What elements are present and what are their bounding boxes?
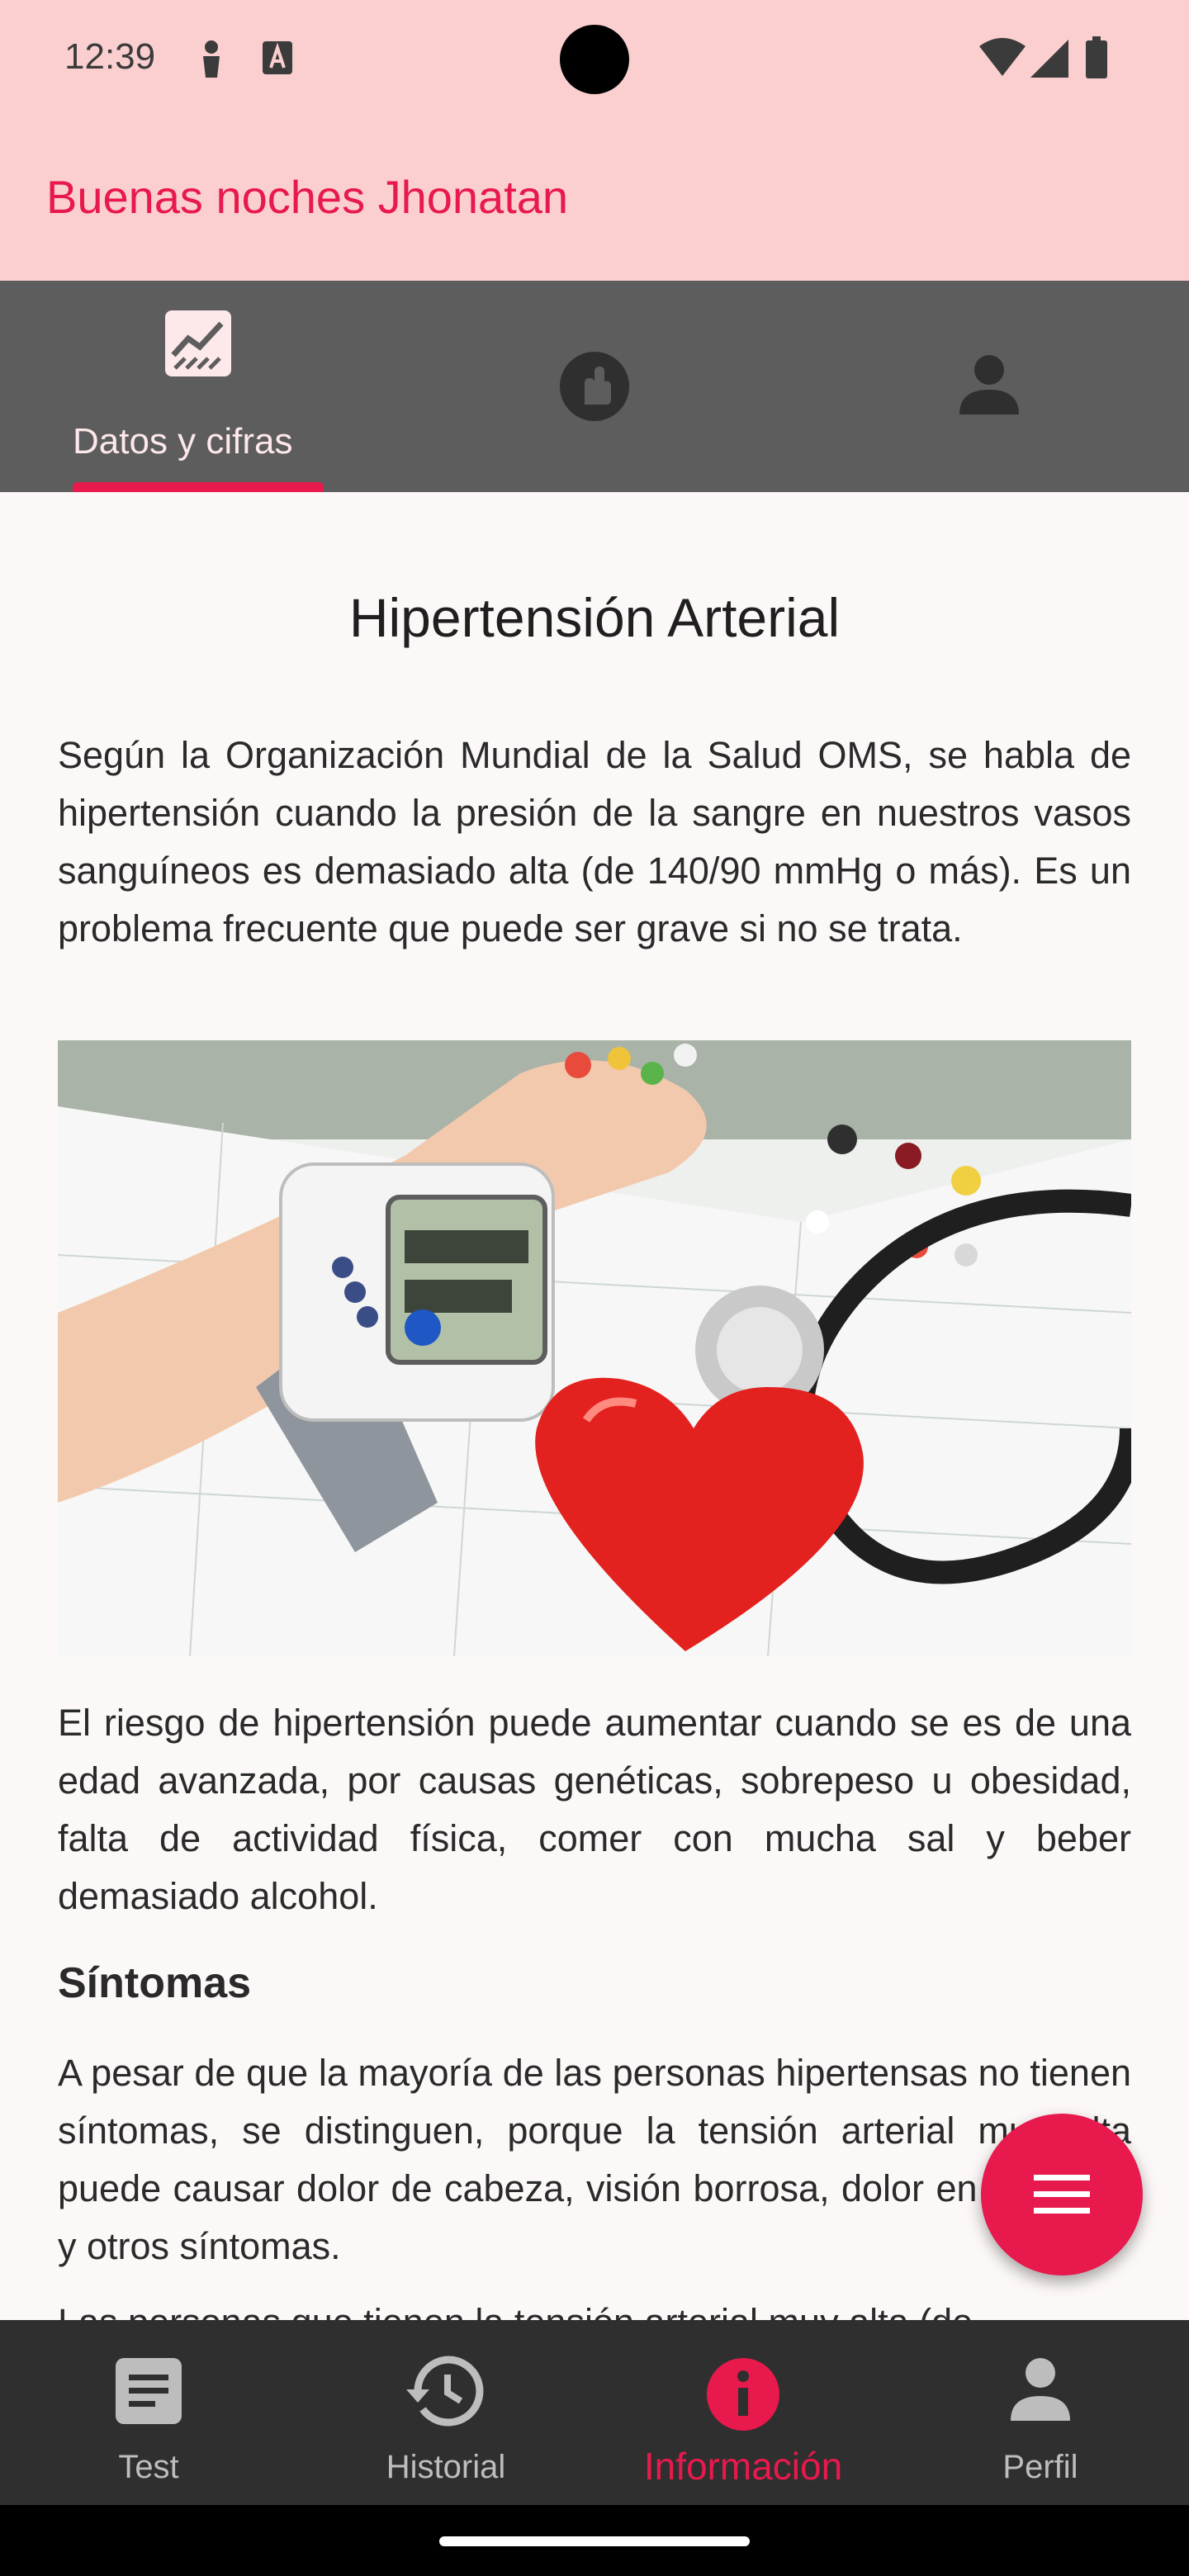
info-icon — [705, 2356, 781, 2436]
article-content[interactable]: Hipertensión Arterial Según la Organizac… — [0, 492, 1189, 2320]
person-icon — [956, 352, 1022, 422]
menu-fab-button[interactable] — [981, 2114, 1143, 2275]
symptoms-heading: Síntomas — [58, 1959, 252, 2007]
tab-label: Datos y cifras — [73, 421, 293, 462]
nav-item-test[interactable]: Test — [0, 2320, 297, 2505]
tab-hand[interactable] — [396, 281, 793, 492]
status-time: 12:39 — [64, 36, 156, 77]
article-paragraph: Las personas que tienen la tensión arter… — [58, 2294, 1131, 2320]
hand-icon — [558, 350, 631, 427]
tab-datos-y-cifras[interactable]: Datos y cifras — [0, 281, 396, 492]
article-paragraph: El riesgo de hipertensión puede aumentar… — [58, 1702, 1131, 1917]
article-paragraph: A pesar de que la mayoría de las persona… — [58, 2052, 1131, 2267]
nav-label: Historial — [386, 2449, 506, 2485]
chart-icon — [163, 309, 233, 382]
app-screen: 12:39 Buenas noches Jhonatan Datos y cif… — [0, 0, 1189, 2576]
article-paragraph: Según la Organización Mundial de la Salu… — [58, 734, 1131, 949]
nav-item-perfil[interactable]: Perfil — [892, 2320, 1189, 2505]
signal-icon — [1030, 40, 1068, 82]
nav-item-historial[interactable]: Historial — [297, 2320, 594, 2505]
tab-indicator — [73, 482, 324, 492]
bottom-navigation: Test Historial Información Perfil — [0, 2320, 1189, 2505]
nav-label: Test — [118, 2449, 179, 2485]
app-header: 12:39 Buenas noches Jhonatan — [0, 0, 1189, 281]
nav-label: Información — [643, 2445, 843, 2488]
greeting-title: Buenas noches Jhonatan — [46, 171, 569, 223]
home-gesture-bar[interactable] — [439, 2536, 750, 2546]
menu-icon — [1034, 2170, 1090, 2223]
battery-icon — [1085, 36, 1108, 83]
notification-icon — [195, 40, 228, 83]
history-icon — [406, 2355, 486, 2432]
wifi-icon — [979, 38, 1026, 82]
tab-profile[interactable] — [793, 281, 1189, 492]
person-icon — [1007, 2356, 1073, 2427]
app-notification-icon — [261, 40, 294, 80]
hypertension-image — [58, 1040, 1131, 1656]
camera-cutout — [560, 25, 629, 94]
document-icon — [114, 2356, 183, 2430]
article-title: Hipertensión Arterial — [348, 587, 841, 648]
nav-label: Perfil — [1002, 2449, 1078, 2485]
top-tab-bar: Datos y cifras — [0, 281, 1189, 492]
nav-item-informacion[interactable]: Información — [594, 2320, 892, 2505]
